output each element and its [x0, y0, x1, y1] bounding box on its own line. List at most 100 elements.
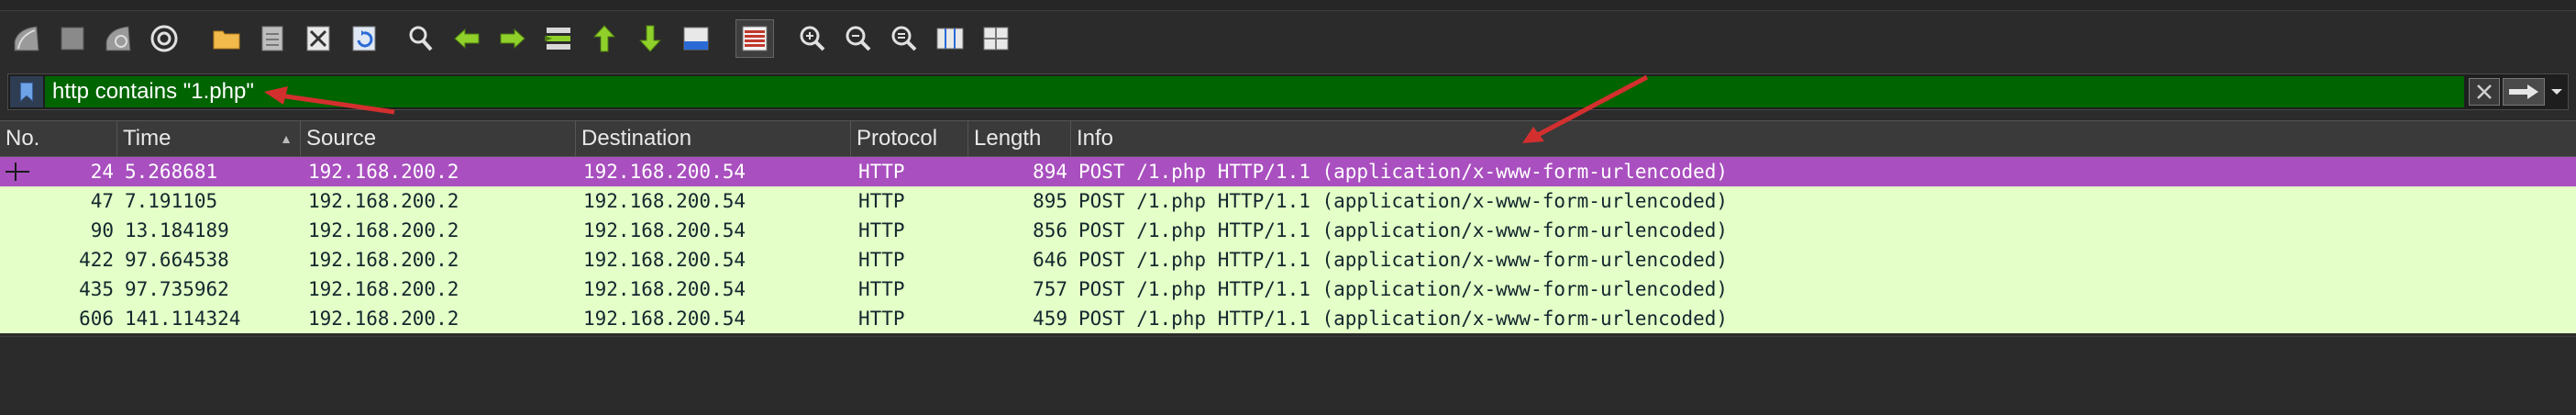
cell-time: 13.184189: [125, 219, 229, 241]
cell-source: 192.168.200.2: [308, 219, 459, 241]
reload-file-icon: [352, 26, 376, 51]
cell-info: POST /1.php HTTP/1.1 (application/x-www-…: [1078, 190, 1729, 212]
table-row[interactable]: 435 97.735962 192.168.200.2 192.168.200.54 H…: [0, 275, 2576, 304]
colorize-icon: [742, 26, 768, 51]
cell-time: 97.664538: [125, 249, 229, 271]
stop-capture-button[interactable]: [53, 19, 92, 58]
zoom-in-icon: [800, 26, 825, 51]
cell-protocol: HTTP: [858, 308, 905, 330]
display-filter-bar: [7, 73, 2569, 110]
cell-destination: 192.168.200.54: [583, 249, 746, 271]
cell-source: 192.168.200.2: [308, 308, 459, 330]
column-header-length[interactable]: Length: [968, 121, 1071, 156]
cell-source: 192.168.200.2: [308, 161, 459, 183]
close-file-icon: [306, 26, 330, 51]
zoom-out-button[interactable]: [839, 19, 878, 58]
packet-details-pane: [0, 336, 2576, 415]
cell-info: POST /1.php HTTP/1.1 (application/x-www-…: [1078, 278, 1729, 300]
stop-capture-icon: [61, 27, 84, 50]
go-last-packet-icon: [638, 25, 662, 52]
go-to-packet-icon: [545, 28, 570, 50]
close-icon: [2477, 84, 2492, 99]
arrow-right-icon: [2509, 84, 2538, 99]
bookmark-icon: [20, 83, 33, 102]
filter-bookmark-button[interactable]: [10, 76, 43, 107]
find-packet-button[interactable]: [402, 19, 440, 58]
table-row[interactable]: 606 141.114324 192.168.200.2 192.168.200.54…: [0, 304, 2576, 333]
restart-capture-icon: [105, 26, 131, 51]
cell-protocol: HTTP: [858, 219, 905, 241]
display-filter-input[interactable]: [45, 76, 2464, 107]
table-row[interactable]: 422 97.664538 192.168.200.2 192.168.200.54 H…: [0, 245, 2576, 275]
packet-rows: 24 5.268681 192.168.200.2 192.168.200.54 HTT…: [0, 157, 2576, 333]
cell-protocol: HTTP: [858, 190, 905, 212]
go-back-button[interactable]: [448, 19, 486, 58]
auto-scroll-button[interactable]: [677, 19, 715, 58]
sort-ascending-icon: ▲: [280, 131, 293, 146]
cell-info: POST /1.php HTTP/1.1 (application/x-www-…: [1078, 161, 1729, 183]
cell-length: 459: [1033, 308, 1067, 330]
cell-destination: 192.168.200.54: [583, 190, 746, 212]
apply-filter-button[interactable]: [2503, 78, 2545, 106]
column-header-info[interactable]: Info: [1071, 121, 2576, 156]
table-row[interactable]: 90 13.184189 192.168.200.2 192.168.200.54 HT…: [0, 216, 2576, 245]
close-file-button[interactable]: [299, 19, 337, 58]
cell-source: 192.168.200.2: [308, 190, 459, 212]
go-back-icon: [454, 28, 480, 50]
cell-no: 422: [79, 249, 114, 271]
column-header-destination[interactable]: Destination: [576, 121, 851, 156]
cell-protocol: HTTP: [858, 161, 905, 183]
open-file-button[interactable]: [207, 19, 246, 58]
column-header-protocol[interactable]: Protocol: [851, 121, 968, 156]
layout-icon: [983, 27, 1009, 50]
clear-filter-button[interactable]: [2469, 78, 2500, 106]
reload-file-button[interactable]: [345, 19, 383, 58]
zoom-out-icon: [846, 26, 871, 51]
layout-button[interactable]: [977, 19, 1015, 58]
normal-size-icon: [891, 26, 917, 51]
cell-info: POST /1.php HTTP/1.1 (application/x-www-…: [1078, 249, 1729, 271]
restart-capture-button[interactable]: [99, 19, 138, 58]
cell-no: 606: [79, 308, 114, 330]
cell-time: 7.191105: [125, 190, 218, 212]
capture-options-button[interactable]: [145, 19, 183, 58]
table-row[interactable]: 47 7.191105 192.168.200.2 192.168.200.54 HTT…: [0, 186, 2576, 216]
zoom-in-button[interactable]: [793, 19, 832, 58]
column-header-time[interactable]: Time ▲: [117, 121, 301, 156]
cell-length: 757: [1033, 278, 1067, 300]
resize-columns-icon: [936, 28, 964, 50]
resize-columns-button[interactable]: [931, 19, 969, 58]
go-last-packet-button[interactable]: [631, 19, 669, 58]
go-to-packet-button[interactable]: [539, 19, 578, 58]
auto-scroll-icon: [683, 27, 709, 50]
save-file-button[interactable]: [253, 19, 292, 58]
capture-options-icon: [150, 25, 178, 52]
cell-no: 47: [90, 190, 114, 212]
table-row[interactable]: 24 5.268681 192.168.200.2 192.168.200.54 HTT…: [0, 157, 2576, 186]
go-first-packet-button[interactable]: [585, 19, 624, 58]
cell-source: 192.168.200.2: [308, 278, 459, 300]
cell-no: 435: [79, 278, 114, 300]
go-forward-icon: [500, 28, 525, 50]
cell-protocol: HTTP: [858, 249, 905, 271]
cell-no: 24: [90, 161, 114, 183]
colorize-button[interactable]: [735, 19, 774, 58]
save-file-icon: [261, 26, 283, 51]
main-toolbar: [0, 12, 2576, 65]
column-header-source[interactable]: Source: [301, 121, 576, 156]
column-header-time-label: Time: [123, 126, 171, 151]
cell-time: 97.735962: [125, 278, 229, 300]
start-capture-button[interactable]: [7, 19, 46, 58]
menu-strip-edge: [0, 0, 2576, 11]
go-first-packet-icon: [592, 25, 616, 52]
cell-time: 5.268681: [125, 161, 218, 183]
cell-length: 894: [1033, 161, 1067, 183]
column-header-no[interactable]: No.: [0, 121, 117, 156]
go-forward-button[interactable]: [493, 19, 532, 58]
cell-length: 646: [1033, 249, 1067, 271]
cell-length: 856: [1033, 219, 1067, 241]
cell-time: 141.114324: [125, 308, 241, 330]
normal-size-button[interactable]: [885, 19, 923, 58]
filter-history-dropdown[interactable]: [2547, 78, 2567, 106]
packet-list: No. Time ▲ Source Destination Protocol L…: [0, 120, 2576, 336]
